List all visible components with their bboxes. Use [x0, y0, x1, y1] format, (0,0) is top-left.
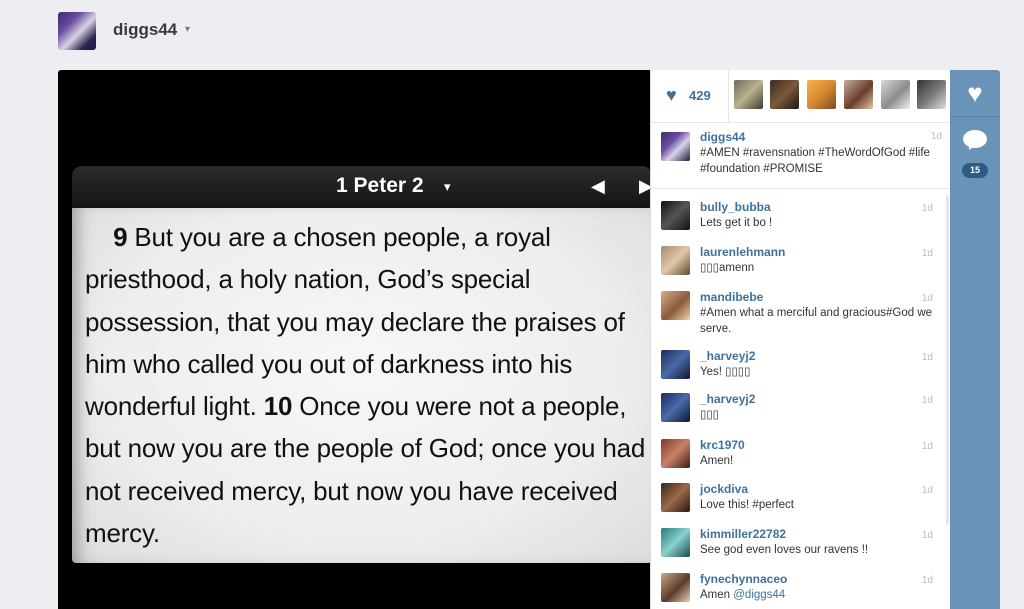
chevron-down-icon[interactable]: ▾	[185, 24, 190, 35]
comment-time: 1d	[921, 248, 933, 259]
caption-time: 1d	[930, 131, 942, 142]
comment-list: bully_bubba 1d Lets get it bo ! laurenle…	[651, 189, 950, 609]
comment-username[interactable]: _harveyj2	[700, 392, 755, 406]
liker-avatar[interactable]	[734, 80, 763, 109]
list-item: _harveyj2 1d ▯▯▯	[651, 389, 941, 433]
liker-avatar[interactable]	[807, 80, 836, 109]
top-bar: diggs44 ▾	[0, 0, 1024, 66]
post-photo: 1 Peter 2 ▾ ◀ ▶ 9 But you are a chosen p…	[58, 70, 650, 609]
comment-text-body: Amen	[700, 589, 734, 601]
heart-icon: ♥	[666, 85, 677, 105]
comment-username[interactable]: laurenlehmann	[700, 245, 785, 259]
caption-text: #AMEN #ravensnation #TheWordOfGod #life …	[700, 147, 930, 175]
divider	[950, 116, 1000, 117]
post-caption: diggs44 1d #AMEN #ravensnation #TheWordO…	[651, 122, 950, 189]
comment-text: Amen @diggs44	[700, 588, 940, 604]
comment-username[interactable]: bully_bubba	[700, 200, 771, 214]
comment-text: See god even loves our ravens !!	[700, 544, 869, 556]
avatar[interactable]	[661, 483, 690, 512]
list-item: jockdiva 1d Love this! #perfect	[651, 479, 941, 523]
bible-chapter-title: 1 Peter 2	[336, 174, 424, 197]
like-button[interactable]: ♥	[960, 80, 990, 110]
avatar[interactable]	[661, 573, 690, 602]
bible-page: 9 But you are a chosen people, a royal p…	[72, 208, 650, 563]
comment-text: Lets get it bo !	[700, 217, 773, 229]
liker-avatar[interactable]	[770, 80, 799, 109]
comments-panel: ♥ 429 diggs44 1d #AMEN #ravensnation #Th…	[650, 70, 950, 609]
comment-time: 1d	[921, 352, 933, 363]
comment-time: 1d	[921, 293, 933, 304]
verse-number: 9	[113, 222, 128, 252]
next-chapter-icon: ▶	[639, 176, 650, 196]
action-bar: ♥ 15	[950, 70, 1000, 609]
avatar[interactable]	[661, 439, 690, 468]
comment-text: ▯▯▯	[700, 409, 719, 421]
avatar[interactable]	[661, 291, 690, 320]
liker-avatar[interactable]	[881, 80, 910, 109]
comment-text: Love this! #perfect	[700, 499, 794, 511]
mention-link[interactable]: @diggs44	[733, 589, 785, 601]
bible-verse-text: 9 But you are a chosen people, a royal p…	[85, 216, 647, 554]
comment-username[interactable]: jockdiva	[700, 482, 748, 496]
list-item: bully_bubba 1d Lets get it bo !	[651, 197, 941, 241]
avatar[interactable]	[661, 393, 690, 422]
comment-time: 1d	[921, 530, 933, 541]
comment-username[interactable]: _harveyj2	[700, 349, 755, 363]
comment-username[interactable]: krc1970	[700, 438, 745, 452]
list-item: _harveyj2 1d Yes! ▯▯▯▯	[651, 346, 941, 390]
divider	[728, 70, 729, 122]
comment-text: #Amen what a merciful and gracious#God w…	[700, 307, 933, 335]
chapter-caret-icon: ▾	[444, 179, 451, 194]
comment-button[interactable]	[962, 126, 988, 152]
liker-avatar[interactable]	[917, 80, 946, 109]
likes-row: ♥ 429	[651, 70, 950, 123]
caption-username[interactable]: diggs44	[700, 130, 745, 144]
header-username[interactable]: diggs44	[113, 20, 177, 40]
list-item: fynechynnaceo 1d Amen @diggs44	[651, 569, 941, 609]
comment-username[interactable]: kimmiller22782	[700, 527, 786, 541]
avatar[interactable]	[661, 350, 690, 379]
list-item: mandibebe 1d #Amen what a merciful and g…	[651, 287, 941, 343]
scrollbar[interactable]	[946, 195, 949, 525]
comment-text: Amen!	[700, 455, 734, 467]
comment-time: 1d	[921, 485, 933, 496]
bible-toolbar: 1 Peter 2 ▾ ◀ ▶	[72, 166, 650, 209]
verse-number: 10	[263, 391, 293, 422]
list-item: laurenlehmann 1d ▯▯▯amenn	[651, 242, 941, 286]
comment-username[interactable]: mandibebe	[700, 290, 763, 304]
comment-username[interactable]: fynechynnaceo	[700, 572, 787, 586]
likes-count[interactable]: 429	[689, 88, 711, 103]
comment-time: 1d	[921, 575, 933, 586]
liker-avatar[interactable]	[844, 80, 873, 109]
comment-text: ▯▯▯amenn	[700, 262, 755, 274]
comment-time: 1d	[921, 395, 933, 406]
previous-chapter-icon: ◀	[591, 176, 605, 196]
comment-text: Yes! ▯▯▯▯	[700, 366, 751, 378]
list-item: kimmiller22782 1d See god even loves our…	[651, 524, 941, 568]
comment-time: 1d	[921, 441, 933, 452]
avatar[interactable]	[661, 132, 690, 161]
comment-time: 1d	[921, 203, 933, 214]
avatar[interactable]	[661, 246, 690, 275]
user-avatar[interactable]	[58, 12, 96, 50]
list-item: krc1970 1d Amen!	[651, 435, 941, 479]
avatar[interactable]	[661, 201, 690, 230]
avatar[interactable]	[661, 528, 690, 557]
comment-count-badge: 15	[962, 163, 988, 178]
